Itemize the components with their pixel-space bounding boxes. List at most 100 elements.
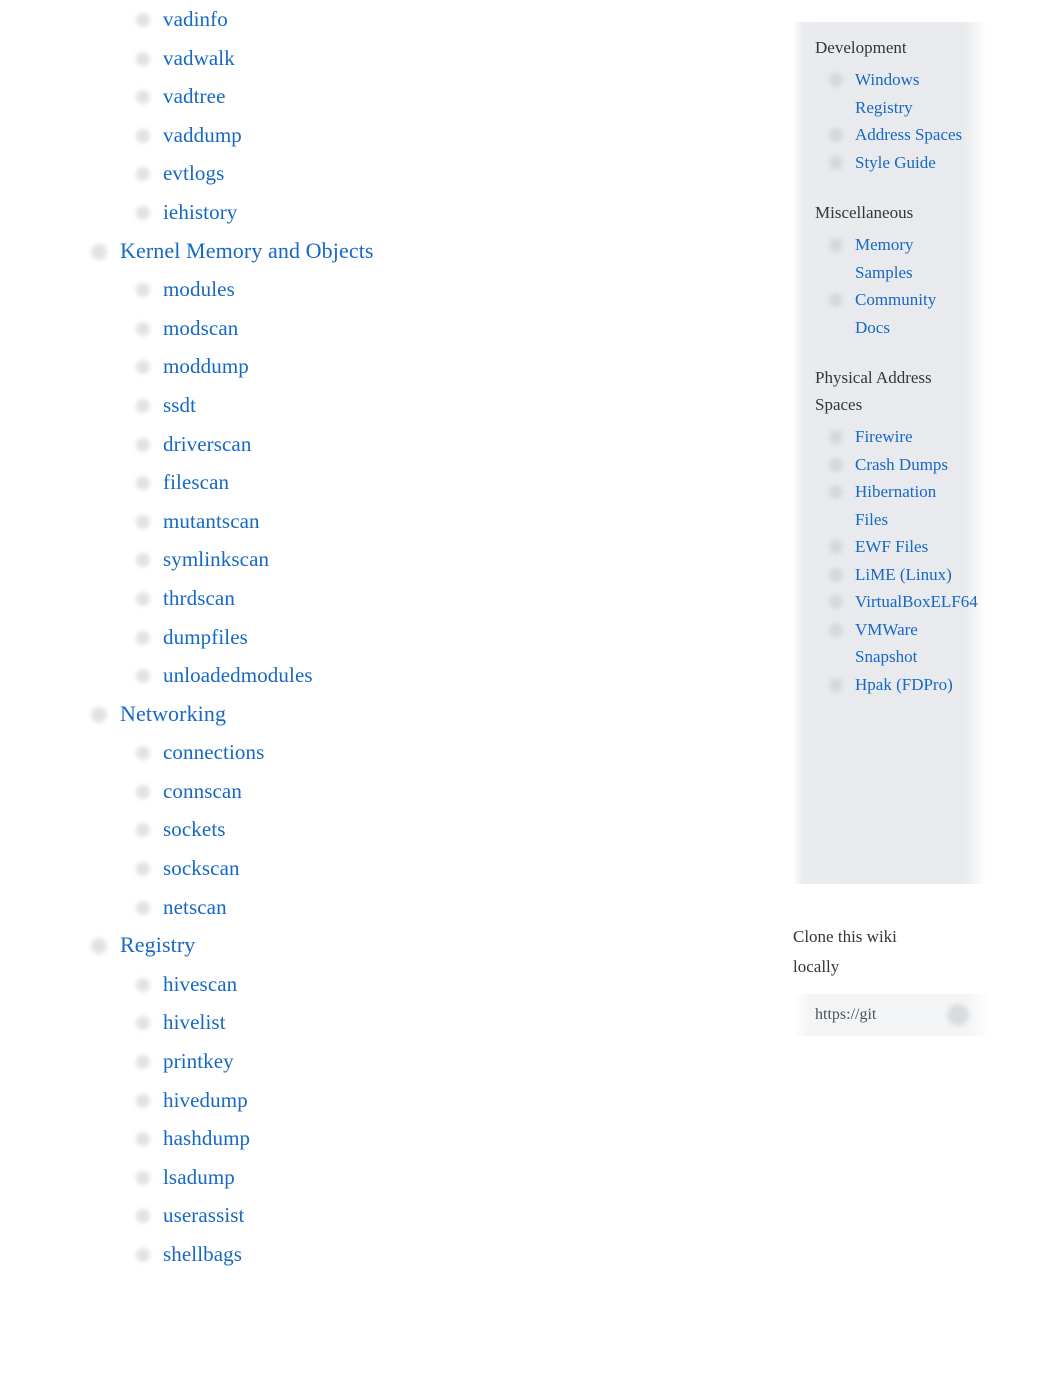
nav-item[interactable]: connections (0, 733, 760, 772)
nav-item[interactable]: vadinfo (0, 0, 760, 39)
nav-item[interactable]: modules (0, 270, 760, 309)
sidebar-list-item[interactable]: Hibernation Files (829, 479, 973, 534)
sidebar-list-item[interactable]: Address Spaces (829, 122, 973, 150)
sidebar-item-link[interactable]: Hibernation Files (855, 482, 936, 529)
nav-item[interactable]: vadtree (0, 77, 760, 116)
sidebar-item-link[interactable]: VMWare Snapshot (855, 620, 918, 667)
nav-item-link[interactable]: Networking (120, 701, 226, 726)
sidebar-item-link[interactable]: EWF Files (855, 537, 928, 556)
nav-item-link[interactable]: sockscan (163, 856, 240, 880)
nav-item-link[interactable]: vadtree (163, 84, 226, 108)
nav-item-link[interactable]: hivescan (163, 972, 237, 996)
nav-item-link[interactable]: lsadump (163, 1165, 235, 1189)
sidebar-item-link[interactable]: Hpak (FDPro) (855, 675, 953, 694)
nav-item[interactable]: unloadedmodules (0, 656, 760, 695)
sidebar-item-link[interactable]: Firewire (855, 427, 913, 446)
page-bullet-icon (136, 977, 150, 992)
nav-item[interactable]: sockets (0, 810, 760, 849)
nav-item[interactable]: modscan (0, 309, 760, 348)
page-bullet-icon (136, 1170, 150, 1185)
nav-item[interactable]: moddump (0, 347, 760, 386)
nav-item-link[interactable]: netscan (163, 895, 227, 919)
nav-item-link[interactable]: hashdump (163, 1126, 250, 1150)
nav-item-link[interactable]: vaddump (163, 123, 242, 147)
sidebar-list-item[interactable]: Windows Registry (829, 67, 973, 122)
clone-url-input[interactable] (815, 994, 935, 1036)
sidebar-section-heading: Development (815, 38, 907, 57)
sidebar-item-link[interactable]: Memory Samples (855, 235, 914, 282)
nav-item-link[interactable]: Registry (120, 932, 195, 957)
nav-item-link[interactable]: iehistory (163, 200, 237, 224)
nav-item-link[interactable]: evtlogs (163, 161, 224, 185)
nav-item[interactable]: symlinkscan (0, 540, 760, 579)
page-bullet-icon (136, 437, 150, 452)
page-bullet-icon (829, 73, 843, 87)
nav-item-link[interactable]: driverscan (163, 432, 251, 456)
nav-item[interactable]: hivescan (0, 965, 760, 1004)
nav-item[interactable]: evtlogs (0, 154, 760, 193)
nav-item-link[interactable]: dumpfiles (163, 625, 248, 649)
nav-item[interactable]: hivelist (0, 1003, 760, 1042)
nav-item-link[interactable]: thrdscan (163, 586, 235, 610)
nav-item-link[interactable]: hivedump (163, 1088, 248, 1112)
nav-item[interactable]: printkey (0, 1042, 760, 1081)
nav-item-link[interactable]: printkey (163, 1049, 234, 1073)
sidebar-list-item[interactable]: Firewire (829, 424, 973, 452)
nav-item[interactable]: sockscan (0, 849, 760, 888)
sidebar-list-item[interactable]: Hpak (FDPro) (829, 672, 973, 700)
nav-item-link[interactable]: Kernel Memory and Objects (120, 238, 374, 263)
nav-item-link[interactable]: hivelist (163, 1010, 226, 1034)
nav-item[interactable]: Registry (0, 926, 760, 965)
sidebar-list-item[interactable]: EWF Files (829, 534, 973, 562)
sidebar-list-item[interactable]: Style Guide (829, 150, 973, 178)
nav-item-link[interactable]: connscan (163, 779, 242, 803)
nav-item[interactable]: Kernel Memory and Objects (0, 232, 760, 271)
sidebar-list-item[interactable]: Crash Dumps (829, 452, 973, 480)
nav-item[interactable]: hivedump (0, 1081, 760, 1120)
nav-item[interactable]: Networking (0, 695, 760, 734)
sidebar-list-item[interactable]: VMWare Snapshot (829, 617, 973, 672)
nav-item[interactable]: vaddump (0, 116, 760, 155)
nav-item-link[interactable]: ssdt (163, 393, 196, 417)
nav-item-link[interactable]: modules (163, 277, 235, 301)
nav-item[interactable]: shellbags (0, 1235, 760, 1274)
copy-to-clipboard-icon[interactable] (947, 1003, 971, 1027)
nav-item-link[interactable]: vadwalk (163, 46, 235, 70)
nav-item[interactable]: ssdt (0, 386, 760, 425)
nav-item[interactable]: thrdscan (0, 579, 760, 618)
nav-item[interactable]: netscan (0, 888, 760, 927)
sidebar-item-link[interactable]: Crash Dumps (855, 455, 948, 474)
nav-item[interactable]: vadwalk (0, 39, 760, 78)
nav-item[interactable]: dumpfiles (0, 618, 760, 657)
nav-item-link[interactable]: unloadedmodules (163, 663, 313, 687)
nav-item[interactable]: connscan (0, 772, 760, 811)
nav-item-link[interactable]: mutantscan (163, 509, 260, 533)
sidebar-item-link[interactable]: VirtualBoxELF64 (855, 592, 978, 611)
sidebar-item-link[interactable]: Windows Registry (855, 70, 919, 117)
nav-item[interactable]: lsadump (0, 1158, 760, 1197)
nav-item-link[interactable]: filescan (163, 470, 229, 494)
nav-item-link[interactable]: moddump (163, 354, 249, 378)
sidebar-item-link[interactable]: Address Spaces (855, 125, 962, 144)
nav-item-link[interactable]: connections (163, 740, 264, 764)
sidebar-item-link[interactable]: Community Docs (855, 290, 936, 337)
nav-item[interactable]: filescan (0, 463, 760, 502)
page-bullet-icon (136, 514, 150, 529)
sidebar-list-item[interactable]: Memory Samples (829, 232, 973, 287)
nav-item[interactable]: hashdump (0, 1119, 760, 1158)
sidebar-item-link[interactable]: Style Guide (855, 153, 936, 172)
sidebar-item-link[interactable]: LiME (Linux) (855, 565, 952, 584)
nav-item[interactable]: mutantscan (0, 502, 760, 541)
sidebar-list-item[interactable]: LiME (Linux) (829, 562, 973, 590)
sidebar-list-item[interactable]: Community Docs (829, 287, 973, 342)
nav-item-link[interactable]: sockets (163, 817, 226, 841)
nav-item[interactable]: driverscan (0, 425, 760, 464)
nav-item[interactable]: iehistory (0, 193, 760, 232)
nav-item-link[interactable]: userassist (163, 1203, 245, 1227)
nav-item-link[interactable]: modscan (163, 316, 238, 340)
nav-item-link[interactable]: symlinkscan (163, 547, 269, 571)
sidebar-list-item[interactable]: VirtualBoxELF64 (829, 589, 978, 617)
nav-item-link[interactable]: shellbags (163, 1242, 242, 1266)
nav-item[interactable]: userassist (0, 1196, 760, 1235)
nav-item-link[interactable]: vadinfo (163, 7, 228, 31)
